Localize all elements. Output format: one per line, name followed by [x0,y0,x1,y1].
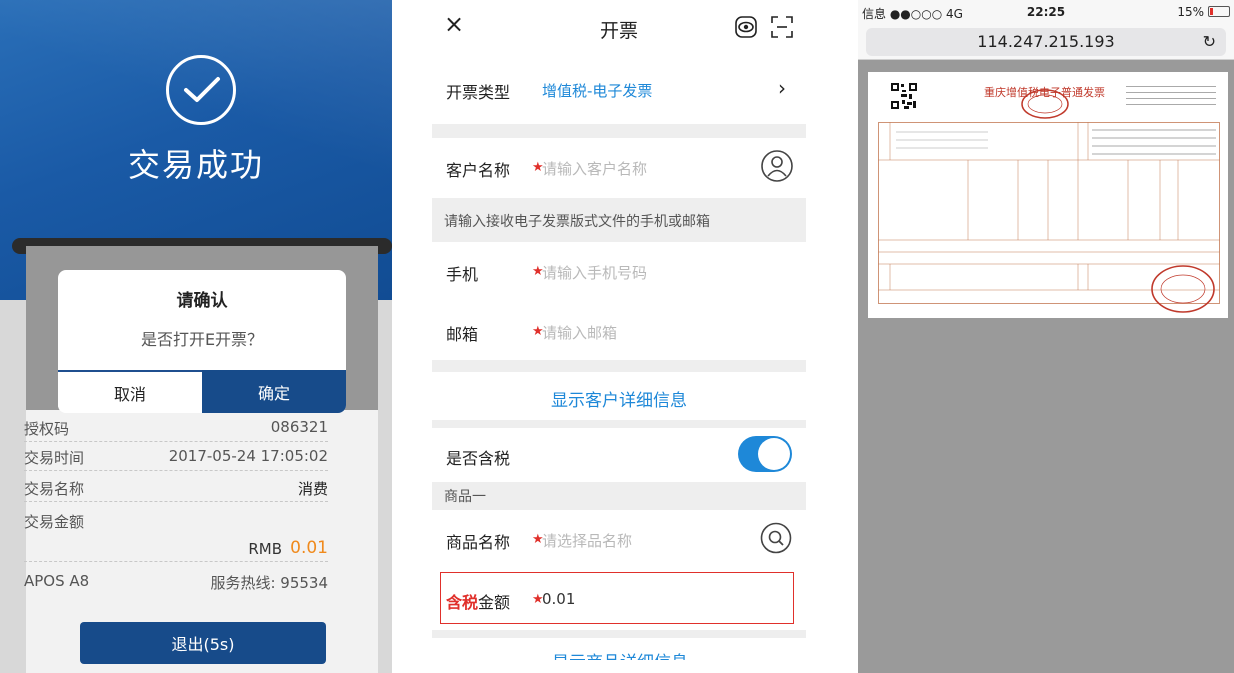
dialog-message: 是否打开E开票？ [140,330,264,349]
receipt-value: 2017-05-24 17:05:02 [168,447,328,465]
receive-hint-bar: 请输入接收电子发票版式文件的手机或邮箱 [432,198,806,242]
seller-seal-icon [1151,265,1215,313]
phone-input[interactable]: 请输入手机号码 [542,262,647,283]
amount-label-tax: 含税 [446,593,479,612]
receipt-key: 交易金额 [24,513,85,531]
search-icon[interactable] [760,522,792,554]
confirm-button[interactable]: 确定 [202,370,346,413]
show-customer-detail-link[interactable]: 显示客户详细信息 [432,386,806,411]
invoice-type-value: 增值税-电子发票 [542,82,653,100]
dialog-title: 请确认 [176,291,228,311]
address-bar: 114.247.215.193 ↻ [858,24,1234,60]
invoice-type-row[interactable]: 开票类型 增值税-电子发票 › [432,62,806,118]
receipt-key: 交易时间 [24,449,85,467]
toggle-knob [758,438,790,470]
service-hotline: 服务热线: 95534 [210,574,328,592]
receipt-value: 消费 [297,480,328,498]
amount-label: 含税金额 [446,589,510,613]
product-section-header: 商品一 [432,482,806,510]
exit-button[interactable]: 退出(5s) [80,622,326,664]
qr-code-icon [890,82,918,110]
contact-icon[interactable] [760,149,794,183]
confirm-dialog: 请确认 是否打开E开票？ 取消 确定 [58,270,346,413]
success-title: 交易成功 [127,146,264,184]
receipt-row-name: 交易名称 消费 [24,472,328,502]
tax-included-label: 是否含税 [446,449,511,468]
url-field[interactable]: 114.247.215.193 [866,28,1226,56]
browser-invoice-screen: 信息 ●●○○○ 4G 22:25 15% 114.247.215.193 ↻ … [858,0,1234,673]
divider [432,630,806,638]
product-section-title: 商品一 [444,489,486,505]
email-label: 邮箱 [446,325,479,344]
receipt-value: 086321 [270,418,328,436]
invoice-form-screen: × 开票 开票类型 增值税-电子发票 › 客户名称 ★ 请输入客户名称 请输入接… [432,0,806,673]
amount-label-rest: 金额 [478,593,511,612]
receipt-row-auth-code: 授权码 086321 [24,412,328,442]
eye-preview-icon[interactable] [734,15,758,39]
customer-label: 客户名称 [446,161,511,180]
phone-label: 手机 [446,265,479,284]
device-model: APOS A8 [24,572,90,590]
check-circle-icon [166,55,236,125]
amount-currency: RMB [248,540,282,558]
tax-seal-top-icon [1021,89,1069,119]
receipt-key: 交易名称 [24,480,85,498]
amount-row: 含税金额 ★ 0.01 [432,572,806,628]
reload-icon[interactable]: ↻ [1203,32,1216,51]
scan-icon[interactable] [770,15,794,39]
product-label: 商品名称 [446,533,511,552]
product-input[interactable]: 请选择品名称 [542,530,632,551]
receipt-key: 授权码 [24,420,70,438]
invoice-type-label: 开票类型 [446,83,511,102]
email-input[interactable]: 请输入邮箱 [542,322,617,343]
divider [432,360,806,372]
battery-level [1210,8,1213,15]
amount-value: 0.01 [290,538,328,558]
transaction-success-screen: 交易成功 授权码 086321 交易时间 2017-05-24 17:05:02… [0,0,392,673]
receive-hint: 请输入接收电子发票版式文件的手机或邮箱 [444,214,710,230]
receipt-amount: RMB 0.01 [24,530,328,562]
customer-input[interactable]: 请输入客户名称 [542,158,647,179]
divider [432,124,806,138]
cancel-button[interactable]: 取消 [58,370,202,413]
invoice-document: 重庆增值税电子普通发票 [868,72,1228,318]
chevron-right-icon: › [778,76,786,100]
phone-row: 手机 ★ 请输入手机号码 [432,244,806,300]
battery-percent: 15% [1177,5,1204,19]
tax-included-toggle[interactable] [738,436,792,472]
email-row: 邮箱 ★ 请输入邮箱 [432,304,806,360]
receipt-row-time: 交易时间 2017-05-24 17:05:02 [24,441,328,471]
customer-name-row: 客户名称 ★ 请输入客户名称 [432,140,806,196]
show-product-detail-link[interactable]: 显示商品详细信息 [552,648,692,660]
invoice-meta [1126,82,1216,105]
receipt-footer: APOS A8 服务热线: 95534 [24,570,328,594]
top-bar: × 开票 [432,0,806,56]
battery-icon [1208,6,1230,17]
product-name-row: 商品名称 ★ 请选择品名称 [432,512,806,568]
status-bar: 信息 ●●○○○ 4G 22:25 15% [858,0,1234,24]
amount-input[interactable]: 0.01 [542,590,575,608]
